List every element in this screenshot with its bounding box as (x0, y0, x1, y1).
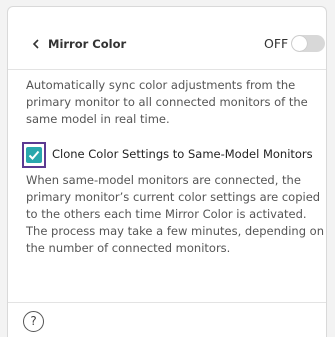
clone-option-description: When same-model monitors are connected, … (26, 173, 324, 255)
checkmark-icon (28, 150, 40, 160)
chevron-left-icon[interactable] (32, 39, 40, 49)
help-icon[interactable]: ? (23, 311, 44, 332)
clone-color-checkbox[interactable] (26, 147, 42, 163)
panel-header: Mirror Color OFF (8, 7, 326, 70)
clone-color-label[interactable]: Clone Color Settings to Same-Model Monit… (52, 147, 313, 161)
divider (8, 302, 326, 303)
checkbox-focus-outline (22, 142, 46, 168)
mirror-color-toggle[interactable] (291, 35, 325, 52)
toggle-knob (292, 36, 307, 51)
mirror-color-panel: Mirror Color OFF Automatically sync colo… (7, 6, 327, 337)
feature-description: Automatically sync color adjustments fro… (26, 78, 308, 126)
toggle-state-label: OFF (264, 36, 289, 51)
page-title: Mirror Color (48, 37, 127, 51)
